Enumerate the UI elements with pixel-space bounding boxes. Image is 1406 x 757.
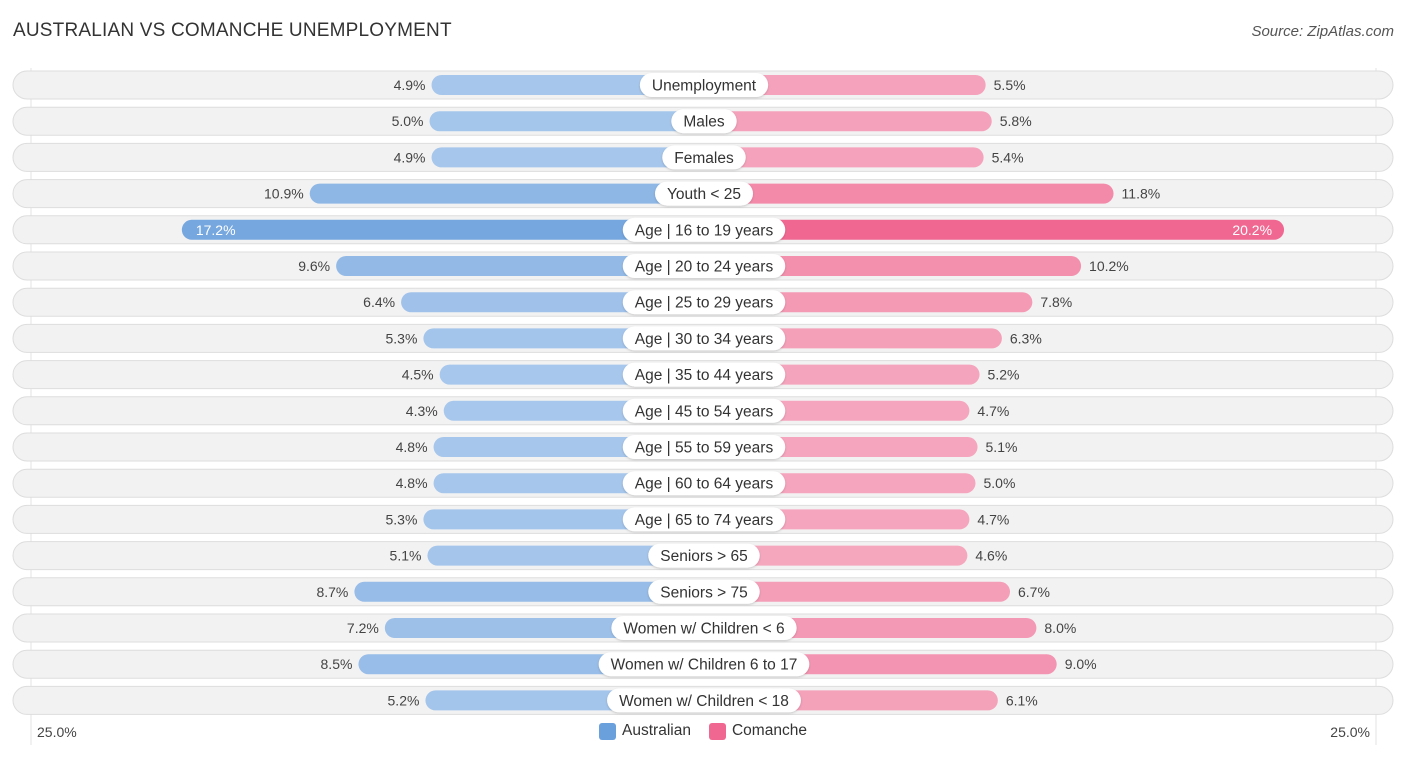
- value-label-comanche: 8.0%: [1044, 620, 1076, 636]
- value-label-comanche: 6.1%: [1006, 692, 1038, 708]
- bar-australian[interactable]: [429, 111, 705, 132]
- value-label-australian: 4.9%: [394, 77, 426, 93]
- value-label-australian: 9.6%: [298, 258, 330, 274]
- legend-label-comanche: Comanche: [731, 722, 807, 739]
- value-label-comanche: 9.0%: [1065, 656, 1097, 672]
- value-label-australian: 5.3%: [385, 511, 417, 527]
- category-label: Females: [674, 150, 734, 167]
- chart-row: 5.3% 4.7% Age | 65 to 74 years: [12, 504, 1394, 534]
- legend: Australian Comanche: [0, 722, 1406, 740]
- category-label: Age | 65 to 74 years: [635, 512, 774, 529]
- legend-swatch-australian: [599, 722, 617, 740]
- value-label-comanche: 5.5%: [994, 77, 1026, 93]
- chart-row: 4.3% 4.7% Age | 45 to 54 years: [12, 396, 1394, 426]
- chart-row: 5.2% 6.1% Women w/ Children < 18: [12, 685, 1394, 715]
- value-label-australian: 4.8%: [396, 439, 428, 455]
- value-label-comanche: 4.6%: [975, 548, 1007, 564]
- value-label-comanche: 5.1%: [986, 439, 1018, 455]
- category-label: Women w/ Children 6 to 17: [611, 657, 798, 674]
- value-label-comanche: 20.2%: [1232, 222, 1272, 238]
- value-label-australian: 4.8%: [396, 475, 428, 491]
- value-label-australian: 5.2%: [388, 692, 420, 708]
- legend-item-australian[interactable]: Australian: [599, 722, 691, 740]
- category-label: Age | 55 to 59 years: [635, 440, 774, 457]
- value-label-australian: 8.5%: [321, 656, 353, 672]
- chart-row: 6.4% 7.8% Age | 25 to 29 years: [12, 287, 1394, 317]
- value-label-australian: 5.0%: [392, 113, 424, 129]
- chart-row: 4.8% 5.0% Age | 60 to 64 years: [12, 468, 1394, 498]
- bar-australian[interactable]: [309, 183, 704, 204]
- value-label-comanche: 11.8%: [1122, 186, 1161, 202]
- chart-row: 4.9% 5.4% Females: [12, 142, 1394, 172]
- category-label: Unemployment: [652, 78, 757, 95]
- category-label: Age | 35 to 44 years: [635, 367, 774, 384]
- value-label-australian: 4.9%: [394, 149, 426, 165]
- chart-row: 10.9% 11.8% Youth < 25: [12, 179, 1394, 209]
- category-label: Age | 25 to 29 years: [635, 295, 774, 312]
- value-label-comanche: 7.8%: [1040, 294, 1072, 310]
- chart-row: 4.5% 5.2% Age | 35 to 44 years: [12, 360, 1394, 390]
- chart-row: 4.9% 5.5% Unemployment: [12, 70, 1394, 100]
- category-label: Males: [683, 114, 725, 131]
- category-label: Women w/ Children < 18: [619, 693, 789, 710]
- chart-row: 8.5% 9.0% Women w/ Children 6 to 17: [12, 649, 1394, 679]
- value-label-australian: 10.9%: [264, 186, 304, 202]
- chart-row: 5.1% 4.6% Seniors > 65: [12, 541, 1394, 571]
- value-label-australian: 5.1%: [390, 548, 422, 564]
- value-label-comanche: 6.7%: [1018, 584, 1050, 600]
- value-label-australian: 7.2%: [347, 620, 379, 636]
- value-label-comanche: 5.0%: [984, 475, 1016, 491]
- legend-item-comanche[interactable]: Comanche: [708, 722, 807, 740]
- value-label-australian: 4.5%: [402, 367, 434, 383]
- category-label: Age | 16 to 19 years: [635, 222, 774, 239]
- legend-swatch-comanche: [708, 722, 726, 740]
- value-label-australian: 8.7%: [316, 584, 348, 600]
- value-label-comanche: 5.2%: [988, 367, 1020, 383]
- value-label-comanche: 10.2%: [1089, 258, 1129, 274]
- value-label-comanche: 4.7%: [977, 403, 1009, 419]
- value-label-australian: 4.3%: [406, 403, 438, 419]
- chart-row: 8.7% 6.7% Seniors > 75: [12, 577, 1394, 607]
- bar-comanche[interactable]: [704, 111, 992, 132]
- category-label: Age | 60 to 64 years: [635, 476, 774, 493]
- value-label-comanche: 5.8%: [1000, 113, 1032, 129]
- value-label-australian: 17.2%: [196, 222, 236, 238]
- value-label-comanche: 5.4%: [992, 149, 1024, 165]
- category-label: Seniors > 75: [660, 584, 747, 601]
- category-label: Age | 20 to 24 years: [635, 259, 774, 276]
- bar-comanche[interactable]: [704, 219, 1285, 240]
- bar-comanche[interactable]: [704, 183, 1114, 204]
- category-label: Youth < 25: [667, 186, 741, 203]
- value-label-comanche: 6.3%: [1010, 330, 1042, 346]
- chart-row: 4.8% 5.1% Age | 55 to 59 years: [12, 432, 1394, 462]
- chart-row: 7.2% 8.0% Women w/ Children < 6: [12, 613, 1394, 643]
- legend-label-australian: Australian: [622, 722, 691, 739]
- value-label-comanche: 4.7%: [977, 511, 1009, 527]
- chart-row: 9.6% 10.2% Age | 20 to 24 years: [12, 251, 1394, 281]
- chart: 4.9% 5.5% Unemployment 5.0% 5.8% Males 4.9% 5.4…: [12, 68, 1394, 745]
- category-label: Women w/ Children < 6: [623, 621, 784, 638]
- value-label-australian: 6.4%: [363, 294, 395, 310]
- chart-row: 5.3% 6.3% Age | 30 to 34 years: [12, 323, 1394, 353]
- value-label-australian: 5.3%: [385, 330, 417, 346]
- category-label: Seniors > 65: [660, 548, 747, 565]
- category-label: Age | 45 to 54 years: [635, 403, 774, 420]
- chart-row: 17.2% 20.2% Age | 16 to 19 years: [12, 215, 1394, 245]
- category-label: Age | 30 to 34 years: [635, 331, 774, 348]
- bar-comanche[interactable]: [704, 147, 984, 168]
- chart-row: 5.0% 5.8% Males: [12, 106, 1394, 136]
